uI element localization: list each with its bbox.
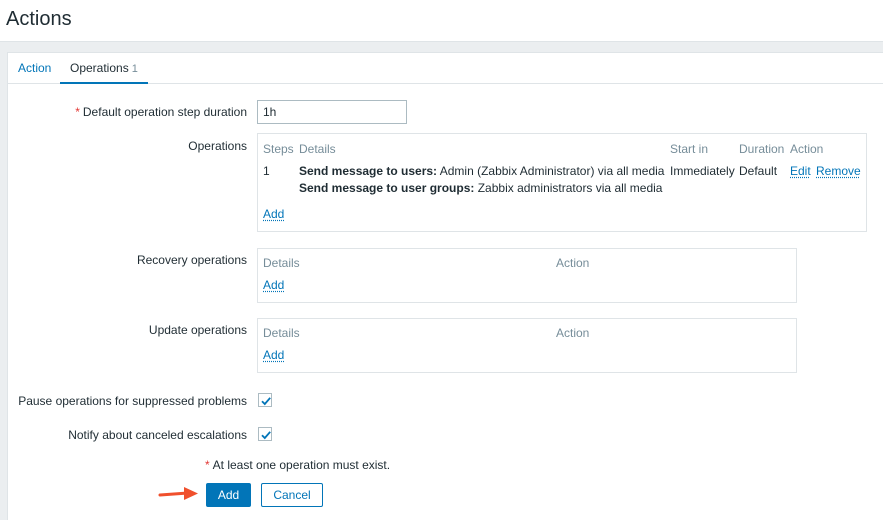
tab-operations-count: 1 [131,63,138,75]
recovery-operations-table: Details Action Add [257,248,797,303]
operations-label: Operations [188,139,247,153]
validation-message: * At least one operation must exist. [205,458,390,472]
tab-action[interactable]: Action [8,53,61,84]
checkmark-icon [261,397,271,406]
operation-detail-groups: Send message to user groups: Zabbix admi… [299,181,662,195]
arrow-pointer-icon [158,487,198,500]
recovery-operations-label: Recovery operations [136,253,247,267]
operation-step: 1 [263,164,270,178]
add-button[interactable]: Add [206,483,251,507]
operation-duration: Default [739,164,778,178]
update-add-link[interactable]: Add [263,348,284,362]
required-asterisk: * [75,105,80,119]
notify-canceled-checkbox[interactable] [258,427,272,441]
required-asterisk: * [205,458,210,472]
pause-suppressed-label: Pause operations for suppressed problems [18,394,247,408]
operations-table: Steps Details Start in Duration Action 1… [257,133,867,232]
header-details: Details [299,142,336,156]
tab-bar: Action Operations 1 [8,53,883,84]
notify-canceled-label: Notify about canceled escalations [68,428,247,442]
operation-detail-users: Send message to users: Admin (Zabbix Adm… [299,164,664,178]
step-duration-input[interactable] [257,100,407,124]
operation-remove-link[interactable]: Remove [816,164,861,178]
update-header-action: Action [556,326,590,340]
update-header-details: Details [263,326,300,340]
step-duration-label-text: Default operation step duration [82,105,247,119]
validation-message-text: At least one operation must exist. [212,458,391,472]
action-form: Action Operations 1 * Default operation st… [7,52,883,520]
header-start-in: Start in [670,142,709,156]
header-action: Action [790,142,824,156]
tab-operations[interactable]: Operations 1 [60,53,148,84]
update-operations-table: Details Action Add [257,318,797,373]
detail-users-rest: Admin (Zabbix Administrator) via all med… [437,164,665,178]
header-steps: Steps [263,142,294,156]
tab-action-label: Action [18,61,52,75]
page-title: Actions [6,8,72,30]
cancel-button[interactable]: Cancel [261,483,323,507]
step-duration-label: * Default operation step duration [8,105,247,119]
update-operations-label: Update operations [148,323,247,337]
operation-start-in: Immediately [670,164,735,178]
recovery-header-details: Details [263,256,300,270]
detail-groups-bold: Send message to user groups: [299,181,475,195]
recovery-header-action: Action [556,256,590,270]
recovery-add-link[interactable]: Add [263,278,284,292]
tab-operations-label: Operations [70,61,129,75]
pause-suppressed-checkbox[interactable] [258,393,272,407]
detail-users-bold: Send message to users: [299,164,438,178]
detail-groups-rest: Zabbix administrators via all media [474,181,663,195]
operation-edit-link[interactable]: Edit [790,164,811,178]
header-duration: Duration [739,142,785,156]
operations-add-link[interactable]: Add [263,207,284,221]
checkmark-icon [261,431,271,440]
page-header: Actions [0,0,883,42]
